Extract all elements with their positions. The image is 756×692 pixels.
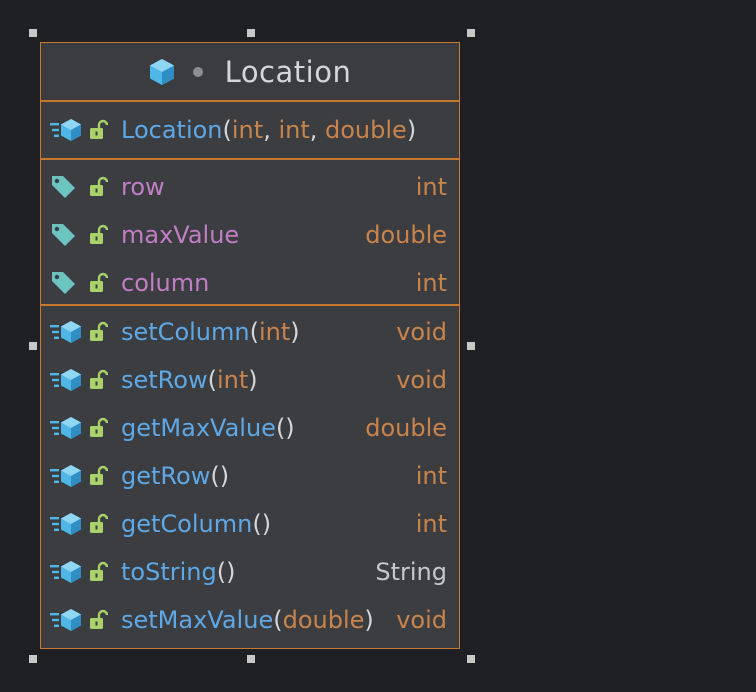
- resize-handle-top[interactable]: [247, 29, 255, 37]
- public-lock-icon: [88, 224, 109, 246]
- return-type: int: [415, 510, 447, 538]
- public-lock-icon: [88, 321, 109, 343]
- method-row[interactable]: getMaxValue() double: [41, 404, 459, 452]
- method-signature: setRow(int): [121, 366, 258, 394]
- param-type: int: [258, 318, 291, 346]
- method-row[interactable]: setColumn(int) void: [41, 308, 459, 356]
- method-signature: getMaxValue(): [121, 414, 295, 442]
- method-name: setMaxValue: [121, 606, 274, 634]
- fields-section: row int maxValue double column int: [41, 160, 459, 306]
- method-name: setRow: [121, 366, 208, 394]
- class-title: Location: [224, 54, 352, 89]
- method-name: getRow: [121, 462, 211, 490]
- method-icon: [49, 463, 83, 489]
- field-name: row: [121, 173, 165, 201]
- method-icon: [49, 511, 83, 537]
- method-name: setColumn: [121, 318, 250, 346]
- field-icon: [49, 174, 83, 200]
- return-type: double: [365, 414, 447, 442]
- class-node[interactable]: Location Location(int, int, double) row …: [40, 42, 460, 649]
- param-type: int: [278, 116, 310, 144]
- param-type: int: [231, 116, 264, 144]
- resize-handle-right[interactable]: [467, 342, 475, 350]
- field-type: int: [415, 173, 447, 201]
- constructor-row[interactable]: Location(int, int, double): [41, 106, 459, 154]
- constructor-signature: Location(int, int, double): [121, 116, 416, 144]
- class-icon: [149, 58, 174, 85]
- field-icon: [49, 270, 83, 296]
- paren-open: (: [222, 116, 232, 144]
- public-lock-icon: [88, 609, 109, 631]
- constructor-name: Location: [121, 116, 223, 144]
- comma: ,: [309, 116, 326, 144]
- field-row[interactable]: row int: [41, 163, 459, 211]
- field-name: column: [121, 269, 210, 297]
- param-type: double: [325, 116, 407, 144]
- return-type: String: [375, 558, 447, 586]
- paren-close: ): [406, 116, 417, 144]
- field-type: double: [365, 221, 447, 249]
- method-icon: [49, 367, 83, 393]
- resize-handle-top-left[interactable]: [29, 29, 37, 37]
- method-icon: [49, 319, 83, 345]
- method-signature: setMaxValue(double): [121, 606, 374, 634]
- field-name: maxValue: [121, 221, 240, 249]
- field-row[interactable]: maxValue double: [41, 211, 459, 259]
- field-row[interactable]: column int: [41, 259, 459, 307]
- public-lock-icon: [88, 119, 109, 141]
- method-row[interactable]: getRow() int: [41, 452, 459, 500]
- parens: (): [216, 558, 236, 586]
- method-icon: [49, 117, 83, 143]
- parens: (): [252, 510, 272, 538]
- method-icon: [49, 607, 83, 633]
- method-signature: toString(): [121, 558, 235, 586]
- paren-open: (: [249, 318, 259, 346]
- method-icon: [49, 415, 83, 441]
- public-lock-icon: [88, 272, 109, 294]
- return-type: void: [396, 366, 447, 394]
- parens: (): [275, 414, 295, 442]
- parens: (): [210, 462, 230, 490]
- method-row[interactable]: toString() String: [41, 548, 459, 596]
- public-lock-icon: [88, 176, 109, 198]
- resize-handle-top-right[interactable]: [467, 29, 475, 37]
- methods-section: setColumn(int) void setRow(int) void get…: [41, 306, 459, 644]
- field-icon: [49, 222, 83, 248]
- paren-open: (: [273, 606, 283, 634]
- method-name: toString: [121, 558, 217, 586]
- method-row[interactable]: getColumn() int: [41, 500, 459, 548]
- visibility-dot: [192, 66, 203, 77]
- paren-open: (: [207, 366, 217, 394]
- public-lock-icon: [88, 561, 109, 583]
- method-row[interactable]: setRow(int) void: [41, 356, 459, 404]
- public-lock-icon: [88, 513, 109, 535]
- method-signature: getRow(): [121, 462, 229, 490]
- paren-close: ): [290, 318, 300, 346]
- resize-handle-bottom-left[interactable]: [29, 655, 37, 663]
- public-lock-icon: [88, 417, 109, 439]
- resize-handle-bottom-right[interactable]: [467, 655, 475, 663]
- return-type: void: [396, 318, 447, 346]
- class-header[interactable]: Location: [41, 43, 459, 102]
- method-icon: [49, 559, 83, 585]
- return-type: int: [415, 462, 447, 490]
- param-type: int: [216, 366, 249, 394]
- resize-handle-left[interactable]: [29, 342, 37, 350]
- public-lock-icon: [88, 465, 109, 487]
- public-lock-icon: [88, 369, 109, 391]
- param-type: double: [282, 606, 365, 634]
- method-signature: setColumn(int): [121, 318, 300, 346]
- method-signature: getColumn(): [121, 510, 271, 538]
- resize-handle-bottom[interactable]: [247, 655, 255, 663]
- constructor-section: Location(int, int, double): [41, 102, 459, 160]
- method-row[interactable]: setMaxValue(double) void: [41, 596, 459, 644]
- field-type: int: [415, 269, 447, 297]
- return-type: void: [396, 606, 447, 634]
- method-name: getMaxValue: [121, 414, 276, 442]
- paren-close: ): [248, 366, 258, 394]
- comma: ,: [263, 116, 279, 144]
- method-name: getColumn: [121, 510, 253, 538]
- paren-close: ): [364, 606, 374, 634]
